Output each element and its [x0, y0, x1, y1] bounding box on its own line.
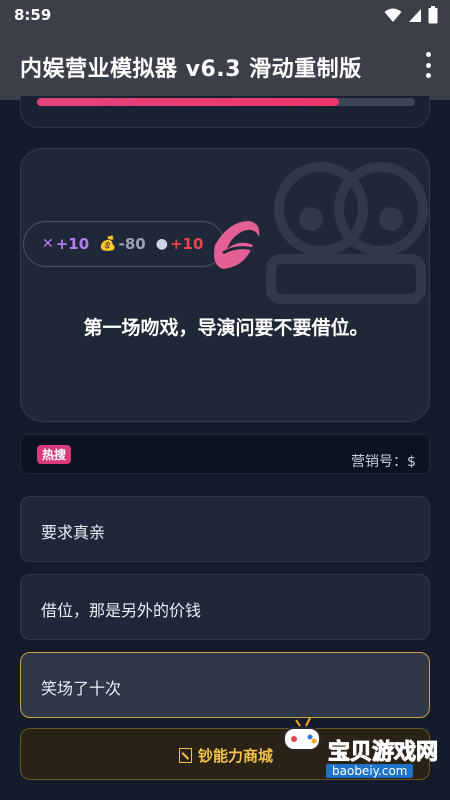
sparkle-icon: ✕ [42, 236, 54, 252]
choice-button-2[interactable]: 借位，那是另外的价钱 [20, 574, 430, 640]
status-card [20, 96, 430, 128]
watermark-text: 宝贝游戏网 [327, 740, 439, 766]
app-bar: 内娱营业模拟器 v6.3 滑动重制版 [0, 32, 450, 100]
choice-label: 要求真亲 [41, 523, 106, 542]
signal-icon [409, 9, 421, 22]
money-value: -80 [118, 235, 146, 253]
money-bag-icon: 💰 [99, 236, 117, 252]
placeholder-glyph-icon [179, 748, 192, 763]
hot-search-badge: 热搜 [37, 445, 72, 464]
stat-change-pill: ✕ +10 💰 -80 ● +10 [23, 221, 225, 267]
event-card[interactable]: ✕ +10 💰 -80 ● +10 第一场吻戏，导演问要不要借位。 [20, 148, 430, 422]
app-title: 内娱营业模拟器 v6.3 滑动重制版 [20, 57, 362, 82]
watermark-url: baobeiy.com [326, 764, 414, 778]
card-watermark-icon [266, 162, 428, 304]
shop-label: 钞能力商城 [179, 745, 273, 766]
charm-value: +10 [55, 235, 90, 253]
event-description: 第一场吻戏，导演问要不要借位。 [83, 317, 369, 339]
shop-label-text: 钞能力商城 [198, 747, 274, 765]
progress-fill [37, 98, 340, 106]
news-ticker: 营销号：$ [351, 454, 416, 470]
bomb-icon: ● [155, 236, 168, 252]
status-bar: 8:59 [0, 0, 450, 32]
choice-label: 借位，那是另外的价钱 [41, 601, 202, 620]
status-icons [384, 6, 438, 24]
money-stat: 💰 -80 [99, 235, 146, 253]
hot-search-bar: 热搜 营销号：$ [20, 434, 430, 474]
progress-track [37, 98, 415, 106]
wifi-icon [384, 8, 402, 22]
charm-stat: ✕ +10 [42, 235, 89, 253]
status-time: 8:59 [14, 6, 52, 24]
choice-label: 笑场了十次 [41, 679, 122, 698]
choice-button-3[interactable]: 笑场了十次 [20, 652, 430, 718]
overflow-menu-icon[interactable] [422, 52, 434, 78]
gamepad-icon [283, 717, 321, 751]
risk-value: +10 [169, 235, 204, 253]
site-watermark: 宝贝游戏网 baobeiy.com [276, 710, 446, 786]
choice-button-1[interactable]: 要求真亲 [20, 496, 430, 562]
battery-icon [428, 6, 438, 24]
lips-icon [214, 221, 260, 269]
risk-stat: ● +10 [156, 235, 204, 253]
